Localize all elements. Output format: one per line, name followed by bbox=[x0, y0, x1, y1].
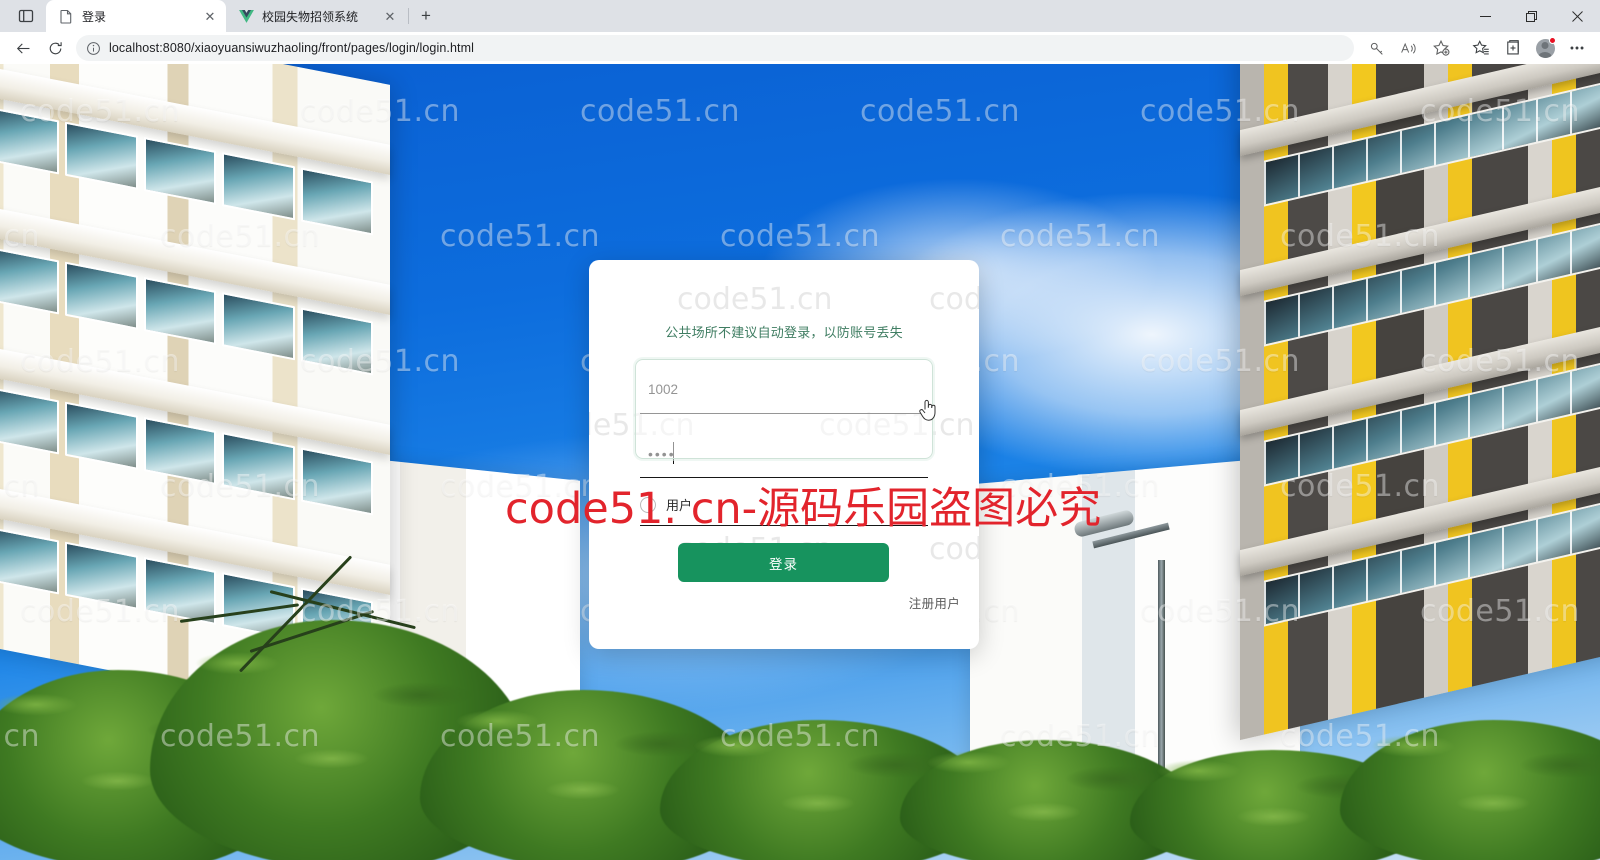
site-info-icon[interactable] bbox=[86, 41, 101, 56]
tab-title: 登录 bbox=[82, 9, 107, 24]
notification-dot bbox=[1549, 37, 1556, 44]
read-aloud-icon[interactable] bbox=[1394, 34, 1424, 62]
minimize-button[interactable] bbox=[1462, 0, 1508, 32]
tab-close-button[interactable]: ✕ bbox=[200, 6, 220, 26]
settings-more-icon[interactable] bbox=[1562, 34, 1592, 62]
tab-overview-icon[interactable] bbox=[6, 0, 46, 32]
favorites-icon[interactable] bbox=[1466, 34, 1496, 62]
tab-title: 校园失物招领系统 bbox=[262, 9, 359, 24]
username-field-row[interactable] bbox=[640, 366, 928, 414]
close-button[interactable] bbox=[1554, 0, 1600, 32]
mouse-cursor-hand bbox=[918, 398, 940, 424]
back-arrow-icon[interactable] bbox=[8, 34, 38, 62]
browser-toolbar: localhost:8080/xiaoyuansiwuzhaoling/fron… bbox=[0, 32, 1600, 64]
key-icon[interactable] bbox=[1362, 34, 1392, 62]
toolbar-actions bbox=[1362, 34, 1592, 62]
document-icon bbox=[58, 8, 74, 24]
add-favorite-icon[interactable] bbox=[1426, 34, 1456, 62]
window-controls bbox=[1462, 0, 1600, 32]
login-card: code51.cn code51.cn code51.cn code51.cn … bbox=[589, 260, 979, 649]
auto-login-hint: 公共场所不建议自动登录，以防账号丢失 bbox=[665, 325, 903, 340]
tab-strip: 登录 ✕ 校园失物招领系统 ✕ + bbox=[0, 0, 1600, 32]
collections-icon[interactable] bbox=[1498, 34, 1528, 62]
tab-close-button[interactable]: ✕ bbox=[380, 6, 400, 26]
text-caret bbox=[673, 442, 674, 464]
vue-logo-icon bbox=[238, 8, 254, 24]
maximize-button[interactable] bbox=[1508, 0, 1554, 32]
password-field-row[interactable]: •••• bbox=[640, 430, 928, 478]
url-text[interactable]: localhost:8080/xiaoyuansiwuzhaoling/fron… bbox=[109, 41, 474, 55]
red-watermark: code51. cn-源码乐园盗图必究 bbox=[505, 484, 1102, 534]
browser-window: 登录 ✕ 校园失物招领系统 ✕ + localhost:8080/xiaoyua… bbox=[0, 0, 1600, 860]
register-user-link[interactable]: 注册用户 bbox=[909, 593, 960, 612]
tab-login[interactable]: 登录 ✕ bbox=[46, 0, 226, 32]
refresh-icon[interactable] bbox=[40, 34, 70, 62]
username-input[interactable] bbox=[640, 366, 928, 413]
login-button[interactable]: 登录 bbox=[678, 543, 889, 582]
tree-branches bbox=[120, 530, 540, 720]
profile-avatar[interactable] bbox=[1530, 34, 1560, 62]
address-bar[interactable]: localhost:8080/xiaoyuansiwuzhaoling/fron… bbox=[76, 35, 1354, 61]
page-viewport: code51.cn code51.cn code51.cn code51.cn … bbox=[0, 64, 1600, 860]
new-tab-button[interactable]: + bbox=[411, 2, 441, 30]
password-masked-value: •••• bbox=[648, 445, 676, 462]
tab-campus-lost-found[interactable]: 校园失物招领系统 ✕ bbox=[226, 0, 406, 32]
tab-separator bbox=[408, 8, 409, 24]
login-fields: •••• bbox=[640, 366, 928, 478]
